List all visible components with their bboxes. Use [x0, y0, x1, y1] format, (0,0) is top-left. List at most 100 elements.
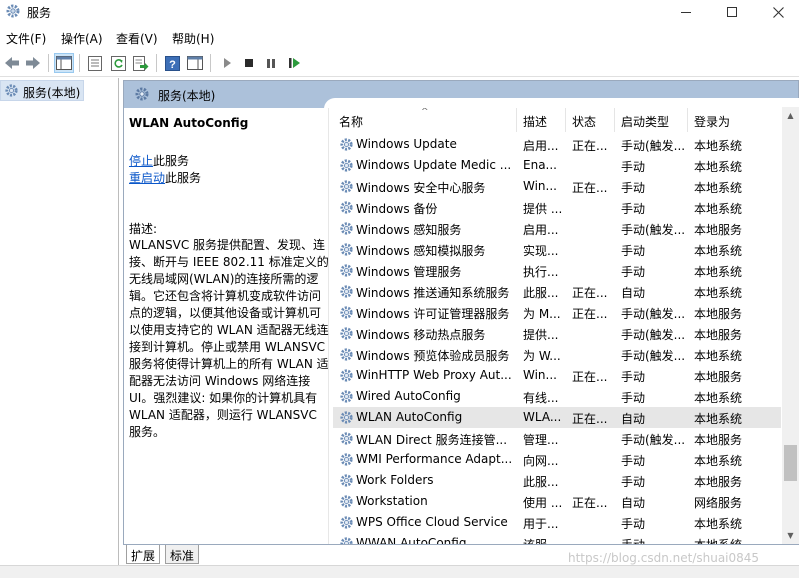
- stop-service-button[interactable]: [239, 53, 259, 73]
- panel-header: 服务(本地): [124, 81, 799, 109]
- service-row[interactable]: WPS Office Cloud Service 用于... 手动 本地系统: [333, 512, 781, 533]
- service-row[interactable]: WLAN Direct 服务连接管... 管理... 手动(触发... 本地服务: [333, 428, 781, 449]
- pause-service-button[interactable]: [261, 53, 281, 73]
- service-row[interactable]: Windows 推送通知系统服务 此服... 正在... 自动 本地系统: [333, 281, 781, 302]
- service-row[interactable]: Windows 管理服务 执行... 手动 本地系统: [333, 260, 781, 281]
- start-service-button[interactable]: [217, 53, 237, 73]
- service-name: Windows Update: [356, 137, 457, 151]
- scrollbar-thumb[interactable]: [784, 445, 797, 481]
- service-description-cell: 为 M...: [523, 307, 561, 321]
- help-button[interactable]: ?: [162, 53, 182, 73]
- service-row[interactable]: Wired AutoConfig 有线... 手动 本地系统: [333, 386, 781, 407]
- service-row[interactable]: Windows 安全中心服务 Win... 正在... 手动 本地系统: [333, 176, 781, 197]
- column-header-description[interactable]: 描述: [517, 108, 566, 132]
- vertical-scrollbar[interactable]: ▲ ▼: [782, 107, 799, 544]
- service-row[interactable]: Windows 感知服务 启用... 手动(触发... 本地服务: [333, 218, 781, 239]
- service-row[interactable]: Windows 移动热点服务 提供... 手动(触发... 本地服务: [333, 323, 781, 344]
- service-name: Windows 感知服务: [356, 223, 462, 237]
- service-row[interactable]: Work Folders 此服... 手动 本地服务: [333, 470, 781, 491]
- service-row[interactable]: WMI Performance Adapt... 向网... 手动 本地系统: [333, 449, 781, 470]
- scroll-up-arrow[interactable]: ▲: [782, 107, 799, 124]
- service-row[interactable]: Windows 备份 提供 ... 手动 本地系统: [333, 197, 781, 218]
- service-row[interactable]: WLAN AutoConfig WLA... 正在... 自动 本地系统: [333, 407, 781, 428]
- service-name: WLAN Direct 服务连接管...: [356, 433, 508, 447]
- service-row[interactable]: Windows Update 启用... 正在... 手动(触发... 本地系统: [333, 134, 781, 155]
- properties-button[interactable]: [85, 53, 105, 73]
- service-description-cell: 执行...: [523, 265, 559, 279]
- service-row[interactable]: Windows 许可证管理器服务为 M... 正在... 手动(触发... 本地服务: [333, 302, 781, 323]
- description-line: 服务将使得计算机上的所有 WLAN 适: [129, 357, 329, 371]
- back-button[interactable]: [2, 53, 22, 73]
- service-startup-type: 手动: [621, 181, 646, 195]
- service-name: WinHTTP Web Proxy Aut...: [356, 368, 512, 382]
- toolbar-separator: [156, 54, 157, 72]
- service-description-cell: 该服...: [523, 536, 563, 544]
- close-button[interactable]: [755, 0, 799, 24]
- scroll-down-arrow[interactable]: ▼: [782, 527, 799, 544]
- sort-ascending-icon: ^: [421, 108, 429, 117]
- service-startup-type: 手动: [621, 160, 646, 174]
- stop-service-line: 停止此服务: [129, 152, 189, 169]
- export-button[interactable]: [131, 53, 151, 73]
- window-title: 服务: [27, 6, 52, 20]
- menu-help[interactable]: 帮助(H): [172, 30, 214, 47]
- show-tree-button[interactable]: [54, 53, 74, 73]
- back-icon: [5, 57, 19, 69]
- description-line: WLAN 适配器，则运行 WLANSVC: [129, 408, 317, 422]
- service-gear-icon: [340, 537, 353, 544]
- show-tree-icon: [56, 56, 72, 70]
- service-name: Windows 安全中心服务: [356, 181, 486, 195]
- service-gear-icon: [340, 138, 353, 151]
- service-row[interactable]: WinHTTP Web Proxy Aut... Win... 正在... 手动 本地服…: [333, 365, 781, 386]
- restart-service-button[interactable]: [284, 53, 304, 73]
- refresh-button[interactable]: [108, 53, 128, 73]
- minimize-button[interactable]: [663, 0, 709, 24]
- maximize-button[interactable]: [709, 0, 755, 24]
- tab-standard[interactable]: 标准: [165, 545, 200, 564]
- service-startup-type: 手动: [621, 370, 646, 384]
- restart-service-line: 重启动此服务: [129, 169, 201, 186]
- services-list: ^ 名称 描述 状态 启动类型 登录为 Windows Update 启用... 正…: [333, 108, 781, 544]
- column-header-status[interactable]: 状态: [566, 108, 615, 132]
- forward-button[interactable]: [23, 53, 43, 73]
- service-row[interactable]: Windows Update Medic ... Ena... 手动 本地系统: [333, 155, 781, 176]
- service-startup-type: 手动: [621, 517, 646, 531]
- service-name: WMI Performance Adapt...: [356, 452, 513, 466]
- restart-service-link[interactable]: 重启动: [129, 171, 165, 185]
- column-header-label: 名称: [339, 115, 364, 129]
- service-logon: 本地服务: [694, 328, 743, 342]
- service-row[interactable]: Windows 感知模拟服务 实现... 手动 本地系统: [333, 239, 781, 260]
- service-row[interactable]: Workstation 使用 ... 正在... 自动 网络服务: [333, 491, 781, 512]
- description-label: 描述:: [129, 222, 158, 236]
- service-logon: 本地系统: [694, 454, 743, 468]
- service-logon: 本地系统: [694, 181, 743, 195]
- description-line: 无线局域网(WLAN)的连接所需的逻: [129, 272, 319, 286]
- service-description-cell: Ena...: [523, 158, 557, 172]
- service-row[interactable]: WWAN AutoConfig 该服... 手动本地系统: [333, 533, 781, 544]
- service-logon: 本地系统: [694, 286, 743, 300]
- column-header-startup-type[interactable]: 启动类型: [615, 108, 688, 132]
- menu-view[interactable]: 查看(V): [116, 30, 158, 47]
- status-bar: [0, 565, 799, 578]
- service-row[interactable]: Windows 预览体验成员服务为 W... 手动(触发... 本地系统: [333, 344, 781, 365]
- service-startup-type: 手动: [621, 244, 646, 258]
- menu-action[interactable]: 操作(A): [61, 30, 103, 47]
- chevron-up-icon: ▲: [787, 111, 794, 120]
- service-description-cell: Win...: [523, 368, 557, 382]
- minimize-icon: [681, 11, 691, 13]
- action-pane-button[interactable]: [185, 53, 205, 73]
- service-name: Windows 预览体验成员服务: [356, 349, 510, 363]
- svg-text:?: ?: [169, 59, 176, 71]
- service-name: Windows 许可证管理器服务: [356, 307, 510, 321]
- column-header-logon[interactable]: 登录为: [688, 108, 781, 132]
- tab-extended[interactable]: 扩展: [126, 545, 161, 564]
- service-gear-icon: [340, 495, 353, 508]
- stop-service-link[interactable]: 停止: [129, 154, 153, 168]
- tree-item-local-services[interactable]: 服务(本地): [0, 80, 84, 101]
- column-header-name[interactable]: ^ 名称: [333, 108, 517, 132]
- menu-file[interactable]: 文件(F): [6, 30, 46, 47]
- service-description-cell: 实现...: [523, 244, 559, 258]
- title-bar: 服务: [0, 0, 799, 24]
- close-icon: [772, 6, 784, 18]
- service-logon: 本地服务: [694, 433, 743, 447]
